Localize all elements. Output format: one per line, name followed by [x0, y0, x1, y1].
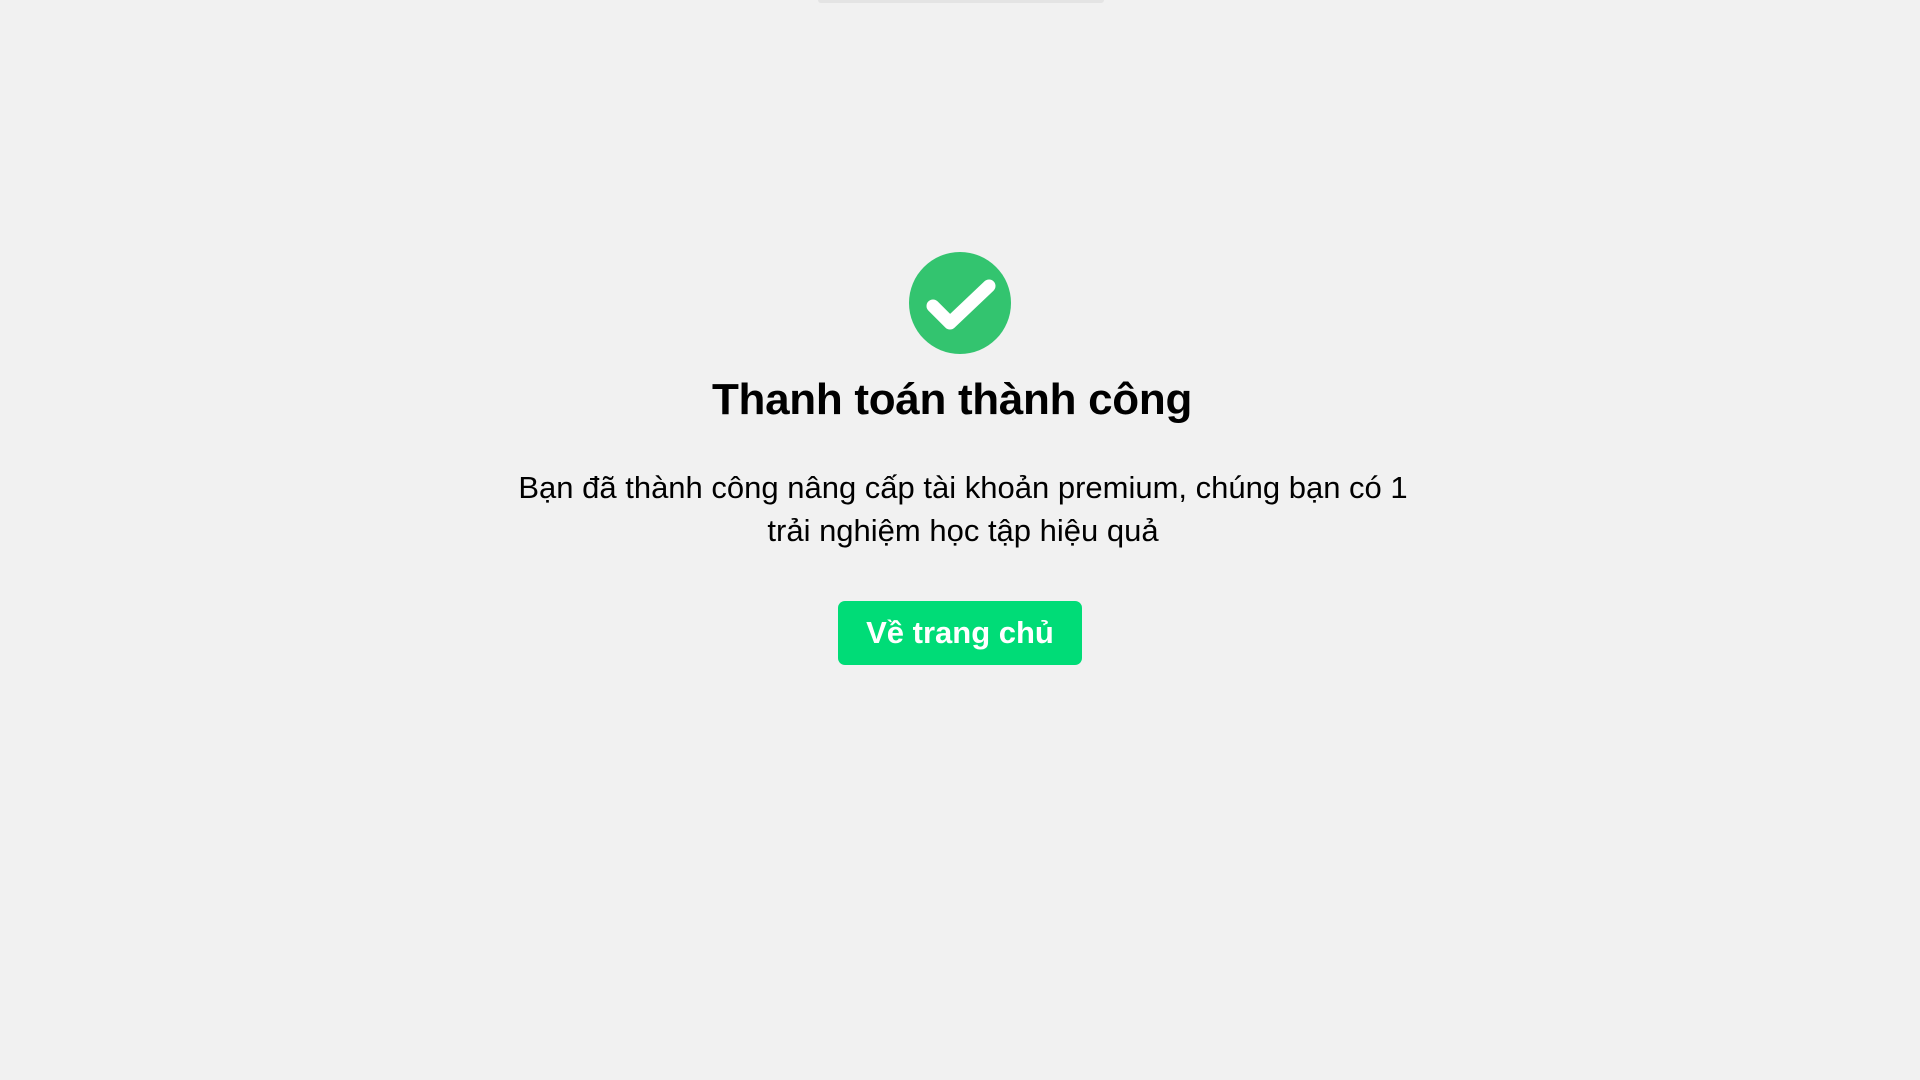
payment-success-panel: Thanh toán thành công Bạn đã thành công …: [0, 252, 1920, 665]
check-icon-graphic: [909, 252, 1011, 354]
check-circle-icon: [909, 252, 1011, 354]
page-title: Thanh toán thành công: [711, 375, 1193, 424]
top-edge-divider: [818, 0, 1104, 3]
success-message: Bạn đã thành công nâng cấp tài khoản pre…: [518, 470, 1408, 548]
back-to-home-button[interactable]: Về trang chủ: [838, 601, 1082, 665]
